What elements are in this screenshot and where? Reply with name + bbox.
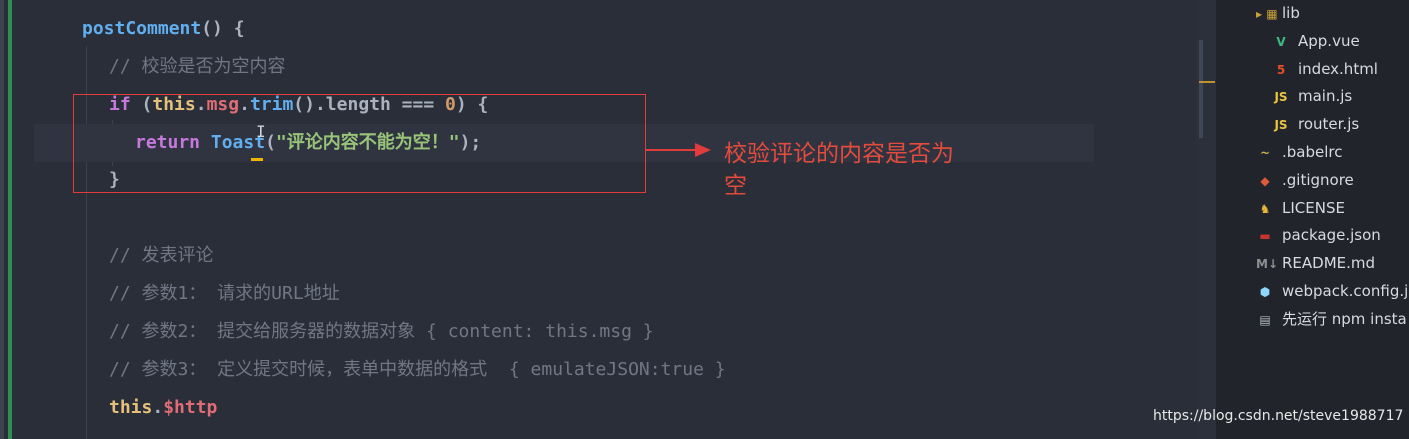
text-file-icon: ▤	[1259, 312, 1271, 327]
code-line-2[interactable]: // 校验是否为空内容	[109, 55, 286, 79]
html5-icon: 5	[1276, 62, 1286, 77]
punctuation: () {	[201, 18, 245, 39]
code-line-9[interactable]: // 参数3： 定义提交时候，表单中数据的格式 { emulateJSON:tr…	[109, 358, 726, 382]
tree-item-label: package.json	[1282, 226, 1381, 245]
property: $http	[163, 397, 218, 418]
watermark: https://blog.csdn.net/steve1988717	[1153, 408, 1404, 424]
tree-item[interactable]: V App.vue	[1272, 29, 1360, 53]
function-name: postComment	[82, 18, 202, 39]
code-line-7[interactable]: // 参数1： 请求的URL地址	[109, 282, 340, 306]
editor-gutter	[0, 0, 4, 439]
tree-item[interactable]: JS router.js	[1272, 112, 1359, 136]
git-icon: ◆	[1260, 173, 1270, 188]
git-change-bar	[8, 0, 12, 439]
tree-item-label: main.js	[1298, 87, 1353, 106]
vue-icon: V	[1276, 34, 1286, 49]
babel-icon: ~	[1259, 146, 1271, 160]
comment: // 发表评论	[109, 245, 214, 266]
tree-item[interactable]: ◆ .gitignore	[1256, 168, 1354, 192]
code-line-6[interactable]: // 发表评论	[109, 244, 214, 268]
tree-item-label: index.html	[1298, 59, 1378, 78]
tree-item-label: lib	[1282, 4, 1300, 22]
tree-item[interactable]: ~ .babelrc	[1256, 140, 1343, 164]
markdown-icon: M↓	[1256, 257, 1278, 272]
file-explorer: ▸ ▦ lib V App.vue 5 index.html JS main.js JS rout…	[1216, 0, 1409, 439]
this-keyword: this	[109, 397, 153, 418]
annotation-text: 校验评论的内容是否为空	[724, 141, 954, 199]
tree-item[interactable]: ⬢ webpack.config.js	[1256, 279, 1409, 303]
tree-item[interactable]: ▸ ▦ lib	[1256, 1, 1300, 25]
tree-item[interactable]: M↓ README.md	[1256, 251, 1375, 275]
annotation-arrow-line	[646, 149, 698, 151]
scrollbar-thumb[interactable]	[1199, 40, 1203, 138]
tree-item[interactable]: 5 index.html	[1272, 57, 1378, 81]
comment: // 校验是否为空内容	[109, 56, 286, 77]
js-icon: JS	[1274, 118, 1288, 133]
webpack-icon: ⬢	[1259, 285, 1271, 299]
tree-item-label: .gitignore	[1282, 170, 1354, 189]
js-icon: JS	[1274, 90, 1288, 105]
tree-item-label: README.md	[1282, 254, 1376, 273]
tree-item[interactable]: JS main.js	[1272, 84, 1352, 108]
tree-item-label: App.vue	[1298, 31, 1360, 50]
tree-item-label: .babelrc	[1282, 143, 1343, 161]
license-icon: ♞	[1259, 201, 1271, 216]
tree-item-label: router.js	[1298, 115, 1360, 134]
code-line-8[interactable]: // 参数2： 提交给服务器的数据对象 { content: this.msg …	[109, 320, 654, 344]
npm-icon: ▬	[1259, 229, 1271, 244]
comment: // 参数2： 提交给服务器的数据对象 { content: this.msg …	[109, 321, 654, 342]
scrollbar-cursor-marker	[1199, 81, 1215, 83]
arrow-right-icon	[695, 143, 711, 157]
comment: // 参数1： 请求的URL地址	[109, 283, 340, 304]
tree-item[interactable]: ♞ LICENSE	[1256, 196, 1345, 220]
tree-item-label: 先运行 npm insta	[1282, 309, 1407, 328]
code-editor[interactable]: postComment() { // 校验是否为空内容 if (this.msg…	[0, 0, 1196, 439]
tree-item-label: webpack.config.js	[1282, 282, 1409, 300]
folder-icon: ▸ ▦	[1256, 7, 1278, 21]
tree-item[interactable]: ▬ package.json	[1256, 223, 1381, 247]
comment: // 参数3： 定义提交时候，表单中数据的格式 { emulateJSON:tr…	[109, 359, 726, 380]
code-line-1[interactable]: postComment() {	[82, 17, 245, 41]
annotation-highlight-box	[73, 94, 646, 193]
tree-item-label: LICENSE	[1282, 198, 1345, 217]
punctuation: .	[152, 397, 164, 418]
code-line-10[interactable]: this.$http	[109, 396, 217, 420]
tree-item[interactable]: ▤ 先运行 npm insta	[1256, 307, 1407, 331]
